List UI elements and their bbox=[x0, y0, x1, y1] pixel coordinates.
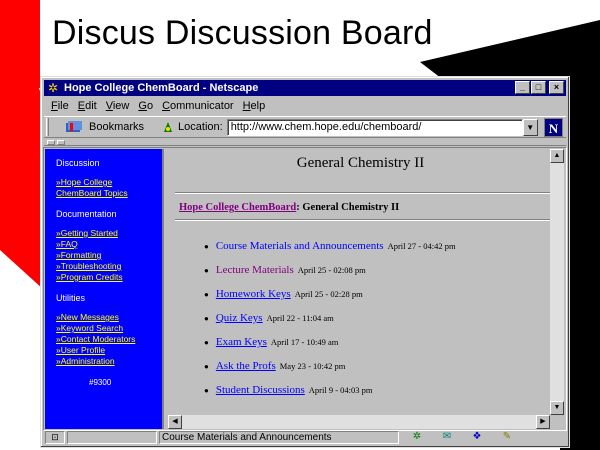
list-item: ● Student Discussions April 9 - 04:03 pm bbox=[204, 384, 373, 396]
maximize-button[interactable]: □ bbox=[531, 81, 546, 94]
scroll-left-button[interactable]: ◀ bbox=[168, 415, 182, 429]
topic-link[interactable]: Lecture Materials bbox=[216, 264, 294, 276]
slide-title: Discus Discussion Board bbox=[52, 14, 433, 52]
sidebar-link-getting-started[interactable]: »Getting Started bbox=[56, 228, 118, 239]
discussion-icon[interactable]: ❖ bbox=[467, 431, 487, 443]
menu-communicator[interactable]: Communicator bbox=[162, 100, 234, 112]
security-lock-icon[interactable]: ⊡ bbox=[45, 430, 65, 444]
list-item: ● Homework Keys April 25 - 02:28 pm bbox=[204, 288, 363, 300]
scroll-up-button[interactable]: ▲ bbox=[550, 149, 564, 163]
scroll-down-button[interactable]: ▼ bbox=[550, 401, 564, 415]
netscape-icon: ✲ bbox=[47, 81, 59, 95]
status-text: Course Materials and Announcements bbox=[159, 430, 399, 444]
breadcrumb-current: : General Chemistry II bbox=[296, 202, 400, 213]
sidebar-link-faq[interactable]: »FAQ bbox=[56, 239, 78, 250]
divider bbox=[175, 219, 550, 221]
sidebar-frame: Discussion »Hope College ChemBoard Topic… bbox=[45, 149, 164, 429]
sidebar-heading-documentation: Documentation bbox=[56, 209, 117, 219]
composer-icon[interactable]: ✎ bbox=[497, 431, 517, 443]
close-button[interactable]: × bbox=[549, 81, 564, 94]
bullet-icon: ● bbox=[204, 386, 209, 395]
bookmarks-label[interactable]: Bookmarks bbox=[89, 121, 144, 133]
topic-link[interactable]: Student Discussions bbox=[216, 384, 305, 396]
main-frame: General Chemistry II Hope College ChemBo… bbox=[168, 149, 564, 429]
topic-link[interactable]: Quiz Keys bbox=[216, 312, 263, 324]
location-toolbar: Bookmarks Location: http://www.chem.hope… bbox=[44, 116, 566, 138]
status-bar: ⊡ Course Materials and Announcements ✲ ✉… bbox=[44, 430, 566, 444]
menu-view[interactable]: View bbox=[106, 100, 130, 112]
visit-counter: #9300 bbox=[89, 378, 112, 387]
progress-bar bbox=[67, 430, 157, 444]
list-item: ● Ask the Profs May 23 - 10:42 pm bbox=[204, 360, 345, 372]
sidebar-link-keyword-search[interactable]: »Keyword Search bbox=[56, 323, 123, 334]
browser-content: Discussion »Hope College ChemBoard Topic… bbox=[43, 147, 567, 431]
sidebar-link-topics-line1[interactable]: »Hope College bbox=[56, 177, 128, 188]
topic-date: May 23 - 10:42 pm bbox=[279, 361, 346, 371]
topic-date: April 22 - 11:04 am bbox=[266, 313, 334, 323]
sidebar-link-program-credits[interactable]: »Program Credits bbox=[56, 272, 123, 283]
toolbar-tab[interactable] bbox=[47, 140, 55, 145]
breadcrumb: Hope College ChemBoard: General Chemistr… bbox=[179, 202, 399, 213]
toolbar-grip[interactable] bbox=[46, 118, 49, 136]
sidebar-heading-utilities: Utilities bbox=[56, 293, 86, 303]
scroll-right-button[interactable]: ▶ bbox=[536, 415, 550, 429]
topic-date: April 27 - 04:42 pm bbox=[387, 241, 456, 251]
topic-date: April 17 - 10:49 am bbox=[270, 337, 339, 347]
toolbar-tabs bbox=[44, 139, 566, 146]
topic-link[interactable]: Ask the Profs bbox=[216, 360, 276, 372]
topic-link[interactable]: Homework Keys bbox=[216, 288, 291, 300]
toolbar-tab[interactable] bbox=[57, 140, 65, 145]
bullet-icon: ● bbox=[204, 314, 209, 323]
list-item: ● Course Materials and Announcements Apr… bbox=[204, 240, 456, 252]
sidebar-heading-discussion: Discussion bbox=[56, 158, 100, 168]
menu-edit[interactable]: Edit bbox=[78, 100, 97, 112]
scroll-corner bbox=[550, 415, 564, 429]
list-item: ● Exam Keys April 17 - 10:49 am bbox=[204, 336, 338, 348]
bullet-icon: ● bbox=[204, 266, 209, 275]
sidebar-link-troubleshooting[interactable]: »Troubleshooting bbox=[56, 261, 121, 272]
browser-window: ✲ Hope College ChemBoard - Netscape _ □ … bbox=[40, 76, 570, 448]
list-item: ● Lecture Materials April 25 - 02:08 pm bbox=[204, 264, 366, 276]
menu-help[interactable]: Help bbox=[243, 100, 266, 112]
minimize-button[interactable]: _ bbox=[515, 81, 530, 94]
bullet-icon: ● bbox=[204, 242, 209, 251]
divider bbox=[175, 192, 550, 194]
url-dropdown-button[interactable]: ▼ bbox=[522, 118, 538, 136]
location-icon[interactable] bbox=[162, 120, 174, 134]
sidebar-link-administration[interactable]: »Administration bbox=[56, 356, 115, 367]
topic-date: April 25 - 02:28 pm bbox=[294, 289, 363, 299]
bullet-icon: ● bbox=[204, 338, 209, 347]
list-item: ● Quiz Keys April 22 - 11:04 am bbox=[204, 312, 334, 324]
location-label: Location: bbox=[178, 121, 223, 133]
bookmarks-icon[interactable] bbox=[63, 120, 85, 134]
window-title: Hope College ChemBoard - Netscape bbox=[64, 82, 259, 94]
topic-link[interactable]: Course Materials and Announcements bbox=[216, 240, 384, 252]
sidebar-link-topics-line2[interactable]: ChemBoard Topics bbox=[56, 188, 128, 199]
topic-link[interactable]: Exam Keys bbox=[216, 336, 267, 348]
topic-date: April 25 - 02:08 pm bbox=[297, 265, 366, 275]
sidebar-link-new-messages[interactable]: »New Messages bbox=[56, 312, 119, 323]
url-field[interactable]: http://www.chem.hope.edu/chemboard/ bbox=[226, 118, 523, 136]
page-title: General Chemistry II bbox=[296, 155, 425, 171]
horizontal-scrollbar[interactable]: ◀ ▶ bbox=[168, 415, 550, 429]
menu-file[interactable]: File bbox=[51, 100, 69, 112]
breadcrumb-link-home[interactable]: Hope College ChemBoard bbox=[179, 202, 296, 213]
bullet-icon: ● bbox=[204, 362, 209, 371]
sidebar-link-user-profile[interactable]: »User Profile bbox=[56, 345, 105, 356]
sidebar-link-contact-moderators[interactable]: »Contact Moderators bbox=[56, 334, 135, 345]
sidebar-link-formatting[interactable]: »Formatting bbox=[56, 250, 101, 261]
vertical-scrollbar[interactable]: ▲ ▼ bbox=[550, 149, 564, 415]
topic-date: April 9 - 04:03 pm bbox=[308, 385, 373, 395]
sidebar-link-topics[interactable]: »Hope College ChemBoard Topics bbox=[56, 177, 128, 198]
bullet-icon: ● bbox=[204, 290, 209, 299]
title-bar[interactable]: ✲ Hope College ChemBoard - Netscape _ □ … bbox=[44, 80, 566, 96]
navigator-icon[interactable]: ✲ bbox=[407, 431, 427, 443]
mail-icon[interactable]: ✉ bbox=[437, 431, 457, 443]
menu-go[interactable]: Go bbox=[138, 100, 153, 112]
menu-bar: File Edit View Go Communicator Help bbox=[44, 97, 566, 115]
netscape-logo-icon: N bbox=[544, 118, 563, 137]
